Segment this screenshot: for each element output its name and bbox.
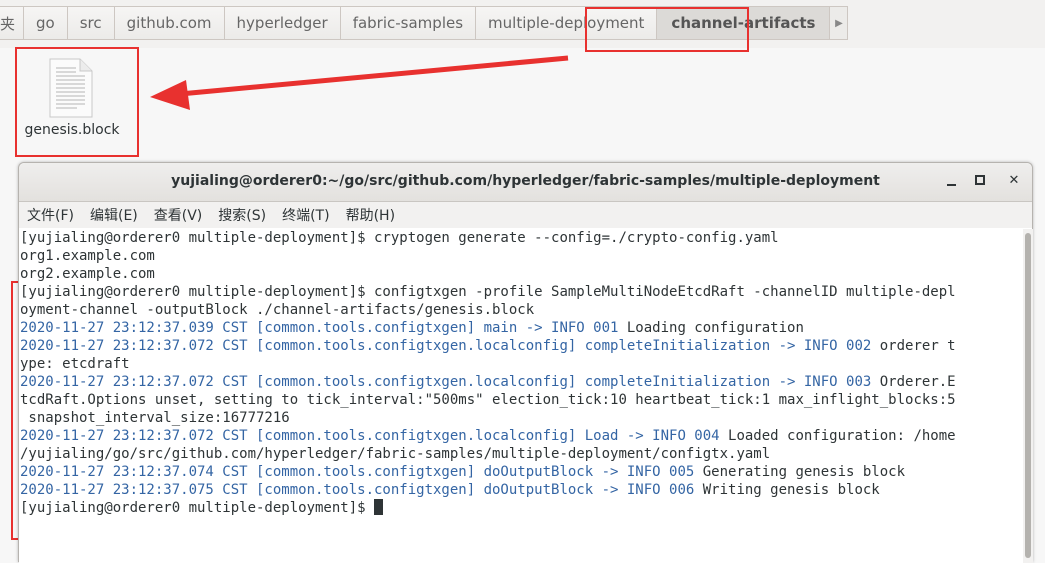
line-text: [yujialing@orderer0 multiple-deployment]…	[20, 284, 956, 300]
line-text: org1.example.com	[20, 248, 155, 264]
terminal-line: [yujialing@orderer0 multiple-deployment]…	[19, 283, 1023, 301]
close-icon: ✕	[1008, 173, 1020, 188]
text-file-icon	[49, 58, 93, 118]
line-text: orderer t	[871, 338, 956, 354]
line-text: [yujialing@orderer0 multiple-deployment]…	[20, 500, 375, 516]
maximize-icon	[975, 175, 985, 185]
line-text: oyment-channel -outputBlock ./channel-ar…	[20, 302, 535, 318]
terminal-window[interactable]: yujialing@orderer0:~/go/src/github.com/h…	[18, 162, 1033, 563]
terminal-titlebar[interactable]: yujialing@orderer0:~/go/src/github.com/h…	[19, 163, 1032, 202]
line-text: Loaded configuration: /home	[719, 428, 956, 444]
terminal-line: org2.example.com	[19, 265, 1023, 283]
line-text: ype: etcdraft	[20, 356, 130, 372]
terminal-line: ype: etcdraft	[19, 355, 1023, 373]
terminal-line: 2020-11-27 23:12:37.072 CST [common.tool…	[19, 427, 1023, 445]
arrow-head	[150, 80, 190, 110]
terminal-line: 2020-11-27 23:12:37.072 CST [common.tool…	[19, 337, 1023, 355]
terminal-line: [yujialing@orderer0 multiple-deployment]…	[19, 499, 1023, 517]
terminal-line: tcdRaft.Options unset, setting to tick_i…	[19, 391, 1023, 409]
terminal-line: oyment-channel -outputBlock ./channel-ar…	[19, 301, 1023, 319]
line-text: [yujialing@orderer0 multiple-deployment]…	[20, 230, 779, 246]
arrow-shaft	[179, 55, 569, 97]
close-button[interactable]: ✕	[1004, 171, 1024, 191]
terminal-title: yujialing@orderer0:~/go/src/github.com/h…	[171, 173, 880, 189]
menu-item[interactable]: 文件(F)	[27, 205, 74, 225]
file-name-label[interactable]: genesis.block	[18, 122, 126, 138]
menu-item[interactable]: 帮助(H)	[346, 205, 395, 225]
log-prefix: 2020-11-27 23:12:37.074 CST [common.tool…	[20, 464, 695, 480]
log-prefix: 2020-11-27 23:12:37.072 CST [common.tool…	[20, 338, 872, 354]
menu-item[interactable]: 搜索(S)	[218, 205, 266, 225]
minimize-icon	[946, 184, 956, 186]
log-prefix: 2020-11-27 23:12:37.072 CST [common.tool…	[20, 374, 872, 390]
line-text: Writing genesis block	[694, 482, 880, 498]
menu-item[interactable]: 编辑(E)	[90, 205, 138, 225]
scrollbar-thumb[interactable]	[1025, 233, 1031, 558]
line-text: tcdRaft.Options unset, setting to tick_i…	[20, 392, 956, 408]
terminal-line: /yujialing/go/src/github.com/hyperledger…	[19, 445, 1023, 463]
line-text: Generating genesis block	[694, 464, 906, 480]
terminal-scrollbar[interactable]	[1023, 229, 1033, 563]
menu-item[interactable]: 终端(T)	[282, 205, 329, 225]
terminal-line: snapshot_interval_size:16777216	[19, 409, 1023, 427]
log-prefix: 2020-11-27 23:12:37.075 CST [common.tool…	[20, 482, 695, 498]
log-prefix: 2020-11-27 23:12:37.039 CST [common.tool…	[20, 320, 619, 336]
log-prefix: 2020-11-27 23:12:37.072 CST [common.tool…	[20, 428, 720, 444]
minimize-button[interactable]	[941, 171, 961, 191]
genesis-block-file[interactable]	[47, 58, 93, 118]
terminal-line: 2020-11-27 23:12:37.039 CST [common.tool…	[19, 319, 1023, 337]
terminal-line: org1.example.com	[19, 247, 1023, 265]
menu-item[interactable]: 查看(V)	[154, 205, 203, 225]
terminal-menubar: 文件(F) 编辑(E) 查看(V) 搜索(S) 终端(T) 帮助(H)	[19, 202, 1032, 228]
line-text: /yujialing/go/src/github.com/hyperledger…	[20, 446, 771, 462]
terminal-cursor	[374, 499, 384, 515]
terminal-screen[interactable]: [yujialing@orderer0 multiple-deployment]…	[19, 229, 1023, 563]
terminal-line: [yujialing@orderer0 multiple-deployment]…	[19, 229, 1023, 247]
terminal-line: 2020-11-27 23:12:37.075 CST [common.tool…	[19, 481, 1023, 499]
terminal-line: 2020-11-27 23:12:37.074 CST [common.tool…	[19, 463, 1023, 481]
line-text: Loading configuration	[618, 320, 804, 336]
maximize-button[interactable]	[970, 171, 990, 191]
terminal-line: 2020-11-27 23:12:37.072 CST [common.tool…	[19, 373, 1023, 391]
line-text: snapshot_interval_size:16777216	[20, 410, 290, 426]
line-text: org2.example.com	[20, 266, 155, 282]
line-text: Orderer.E	[871, 374, 956, 390]
